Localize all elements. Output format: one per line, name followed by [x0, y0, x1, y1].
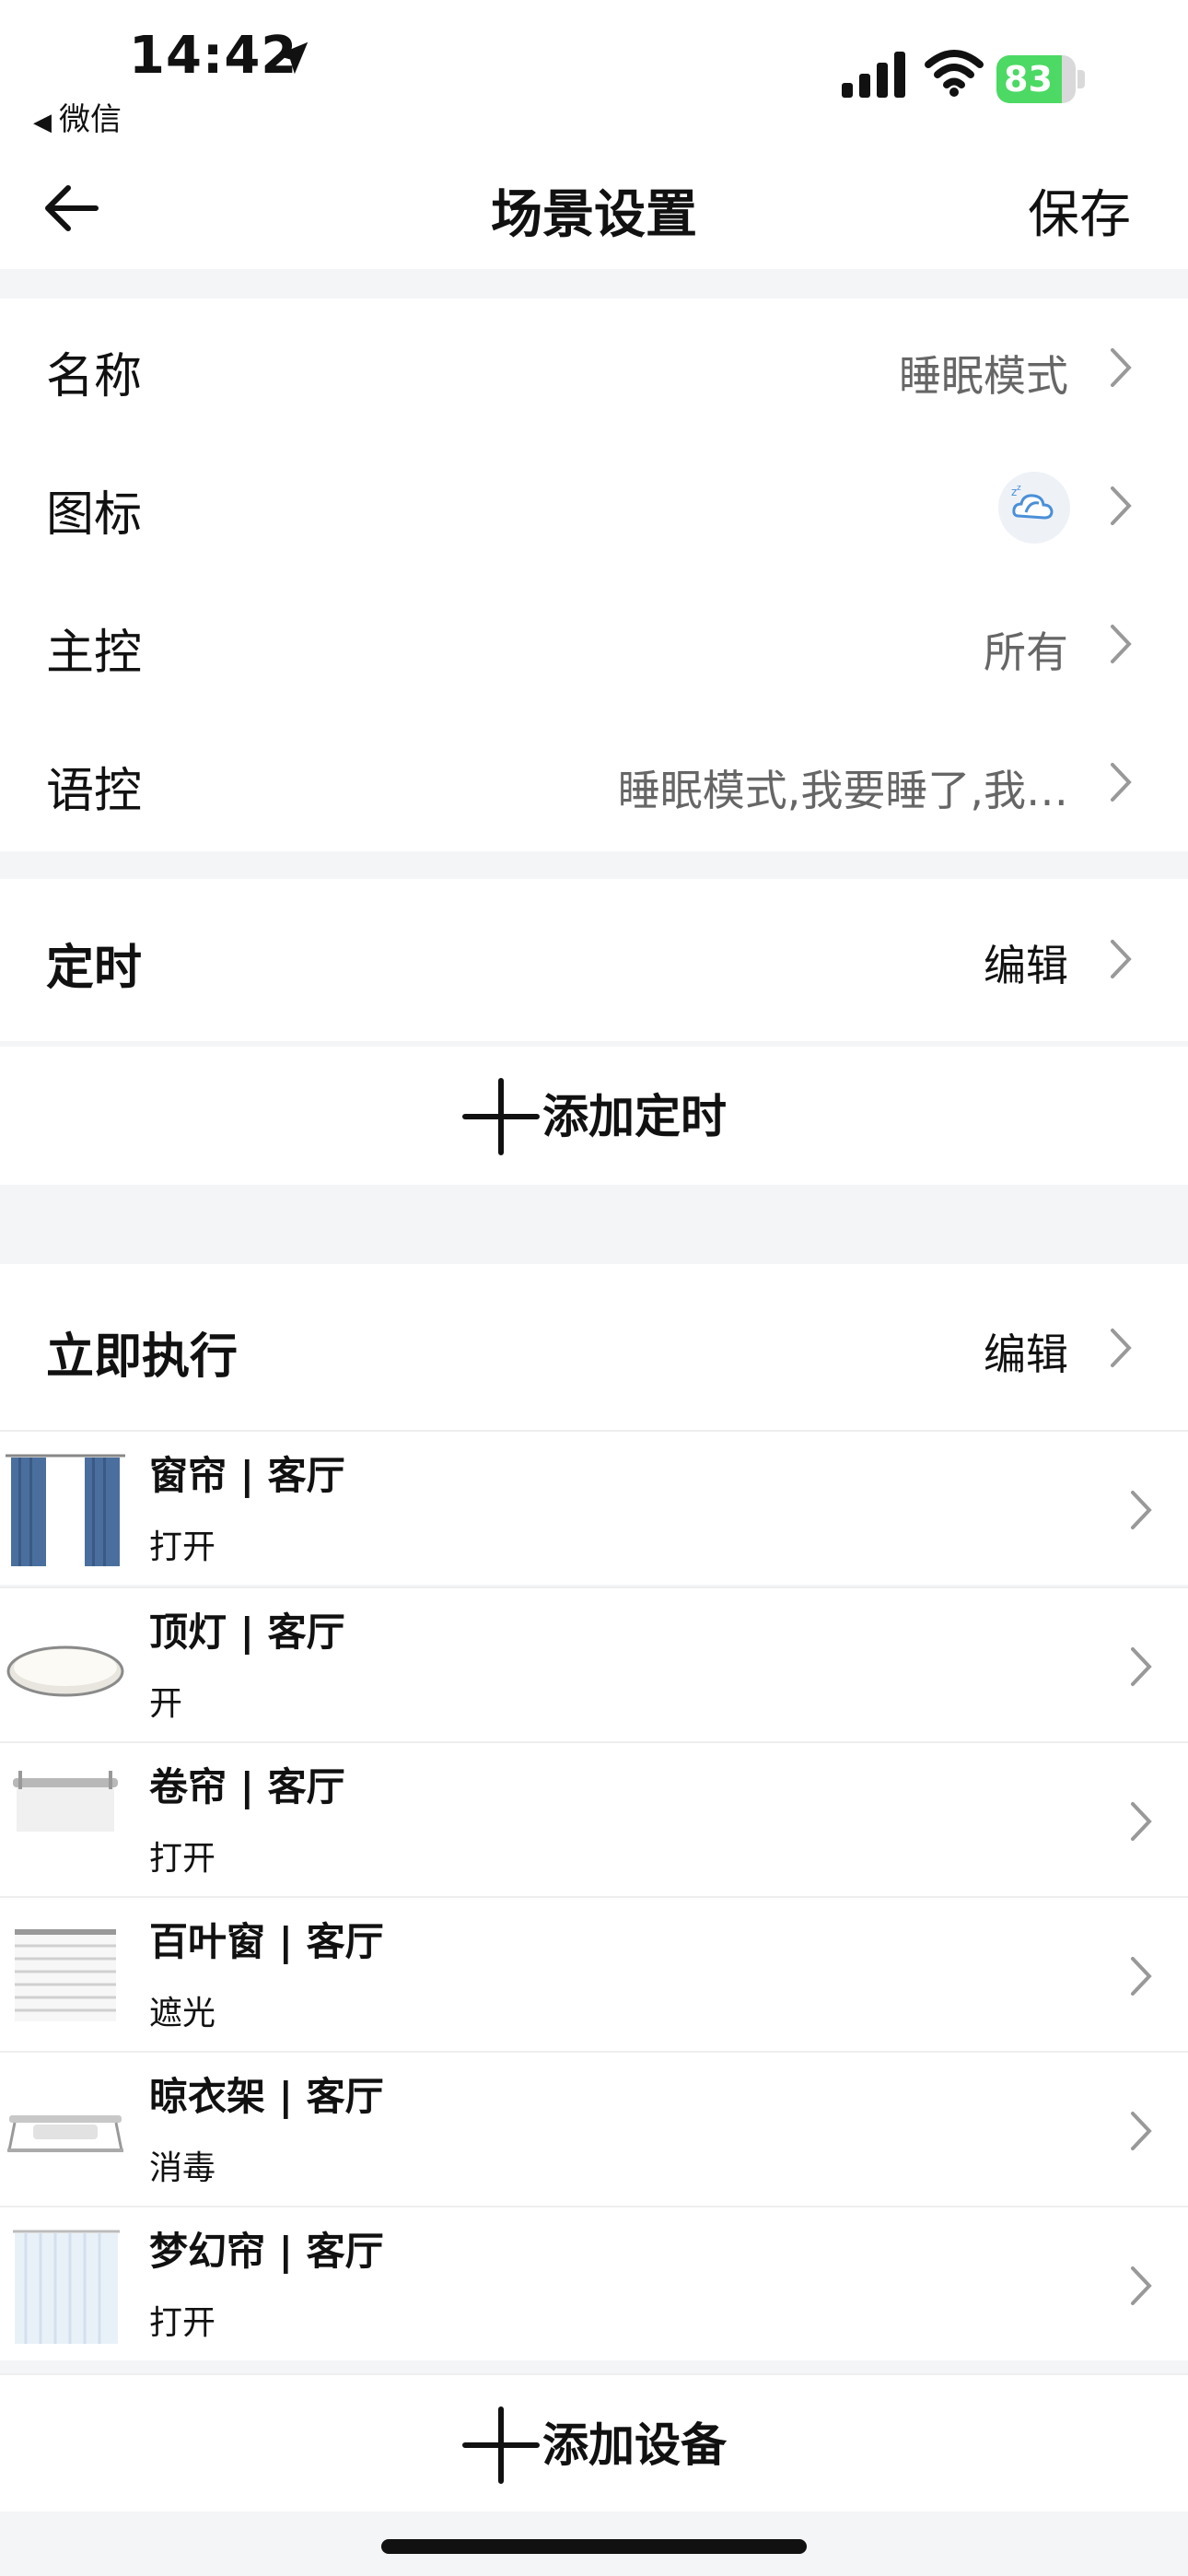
settings-row-name[interactable]: 名称 睡眠模式: [0, 299, 1188, 437]
nav-bar: 场景设置 保存: [0, 157, 1188, 269]
dream-curtain-image: [13, 2230, 120, 2344]
chevron-right-icon: [1111, 1329, 1132, 1367]
add-timer-button[interactable]: 添加定时: [0, 1047, 1188, 1185]
home-indicator[interactable]: [381, 2539, 807, 2554]
device-name: 梦幻帘 | 客厅: [149, 2229, 384, 2274]
chevron-right-icon: [1131, 1647, 1152, 1686]
device-state: 打开: [149, 2304, 216, 2342]
device-state: 消毒: [149, 2149, 216, 2187]
battery-cap: [1077, 70, 1085, 88]
back-to-app-link[interactable]: ◀ 微信: [33, 94, 122, 139]
timer-title: 定时: [46, 941, 143, 996]
cellular-signal-icon: [842, 52, 905, 98]
device-name: 晾衣架 | 客厅: [149, 2074, 384, 2119]
name-label: 名称: [46, 349, 143, 404]
device-row[interactable]: 晾衣架 | 客厅 消毒: [0, 2051, 1188, 2206]
voice-control-value: 睡眠模式,我要睡了,我…: [617, 766, 1068, 815]
curtain-image: [6, 1454, 125, 1566]
device-name: 窗帘 | 客厅: [149, 1453, 345, 1498]
execute-section: 立即执行 编辑: [0, 1264, 1188, 1430]
chevron-right-icon: [1131, 1957, 1152, 1996]
device-state: 遮光: [149, 1995, 216, 2032]
device-state: 开: [149, 1685, 183, 1723]
add-timer-label: 添加定时: [542, 1090, 727, 1143]
icon-label: 图标: [46, 487, 143, 543]
chevron-right-icon: [1131, 2112, 1152, 2150]
device-row[interactable]: 梦幻帘 | 客厅 打开: [0, 2206, 1188, 2360]
main-control-value: 所有: [984, 627, 1068, 677]
chevron-right-icon: [1111, 940, 1132, 978]
settings-row-voice-control[interactable]: 语控 睡眠模式,我要睡了,我…: [0, 713, 1188, 851]
device-row[interactable]: 窗帘 | 客厅 打开: [0, 1430, 1188, 1585]
execute-title: 立即执行: [46, 1329, 239, 1385]
chevron-right-icon: [1131, 1491, 1152, 1529]
plus-icon: [462, 1077, 540, 1155]
settings-row-icon[interactable]: 图标 z z: [0, 437, 1188, 575]
sleep-scene-icon: z z: [998, 472, 1070, 544]
name-value: 睡眠模式: [899, 351, 1068, 401]
timer-header-row[interactable]: 定时 编辑: [0, 879, 1188, 1041]
device-row[interactable]: 百叶窗 | 客厅 遮光: [0, 1896, 1188, 2051]
wifi-icon: [925, 50, 984, 97]
device-name: 百叶窗 | 客厅: [149, 1919, 384, 1964]
main-control-label: 主控: [46, 626, 143, 681]
back-app-label: 微信: [59, 101, 122, 138]
timer-edit-button[interactable]: 编辑: [984, 932, 1068, 993]
device-state: 打开: [149, 1840, 216, 1878]
add-timer-content: 添加定时: [0, 1077, 1188, 1160]
voice-control-label: 语控: [46, 764, 143, 819]
save-button[interactable]: 保存: [1028, 173, 1131, 248]
add-device-button[interactable]: 添加设备: [0, 2373, 1188, 2512]
chevron-right-icon: [1111, 625, 1132, 663]
chevron-right-icon: [1111, 348, 1132, 387]
chevron-right-icon: [1131, 2266, 1152, 2305]
ceiling-light-image: [6, 1645, 124, 1697]
battery-percent: 83: [1004, 59, 1053, 100]
settings-row-main-control[interactable]: 主控 所有: [0, 575, 1188, 713]
roller-blind-image: [13, 1771, 118, 1832]
device-name: 顶灯 | 客厅: [149, 1610, 345, 1655]
battery-indicator: 83: [996, 55, 1085, 103]
location-arrow-icon: [275, 41, 309, 75]
timer-section: 定时 编辑: [0, 879, 1188, 1041]
battery-body: 83: [996, 55, 1076, 103]
device-name: 卷帘 | 客厅: [149, 1764, 345, 1809]
back-triangle-icon: ◀: [33, 109, 52, 136]
plus-icon: [462, 2406, 540, 2484]
chevron-right-icon: [1111, 486, 1132, 525]
chevron-right-icon: [1111, 763, 1132, 802]
page-title: 场景设置: [491, 185, 697, 245]
device-row[interactable]: 顶灯 | 客厅 开: [0, 1587, 1188, 1741]
clothes-rack-image: [7, 2115, 123, 2152]
chevron-right-icon: [1131, 1802, 1152, 1841]
svg-text:z: z: [1017, 484, 1021, 493]
add-device-content: 添加设备: [0, 2406, 1188, 2488]
add-device-label: 添加设备: [542, 2418, 727, 2472]
status-bar: 14:42 ◀ 微信 83: [0, 0, 1188, 157]
device-row[interactable]: 卷帘 | 客厅 打开: [0, 1741, 1188, 1896]
scene-settings-card: 名称 睡眠模式 图标 z z 主控 所有 语控 睡眠模式,我要睡了,我…: [0, 299, 1188, 851]
execute-header-row[interactable]: 立即执行 编辑: [0, 1264, 1188, 1430]
device-state: 打开: [149, 1528, 216, 1566]
execute-edit-button[interactable]: 编辑: [984, 1321, 1068, 1382]
venetian-blind-image: [15, 1929, 116, 2021]
